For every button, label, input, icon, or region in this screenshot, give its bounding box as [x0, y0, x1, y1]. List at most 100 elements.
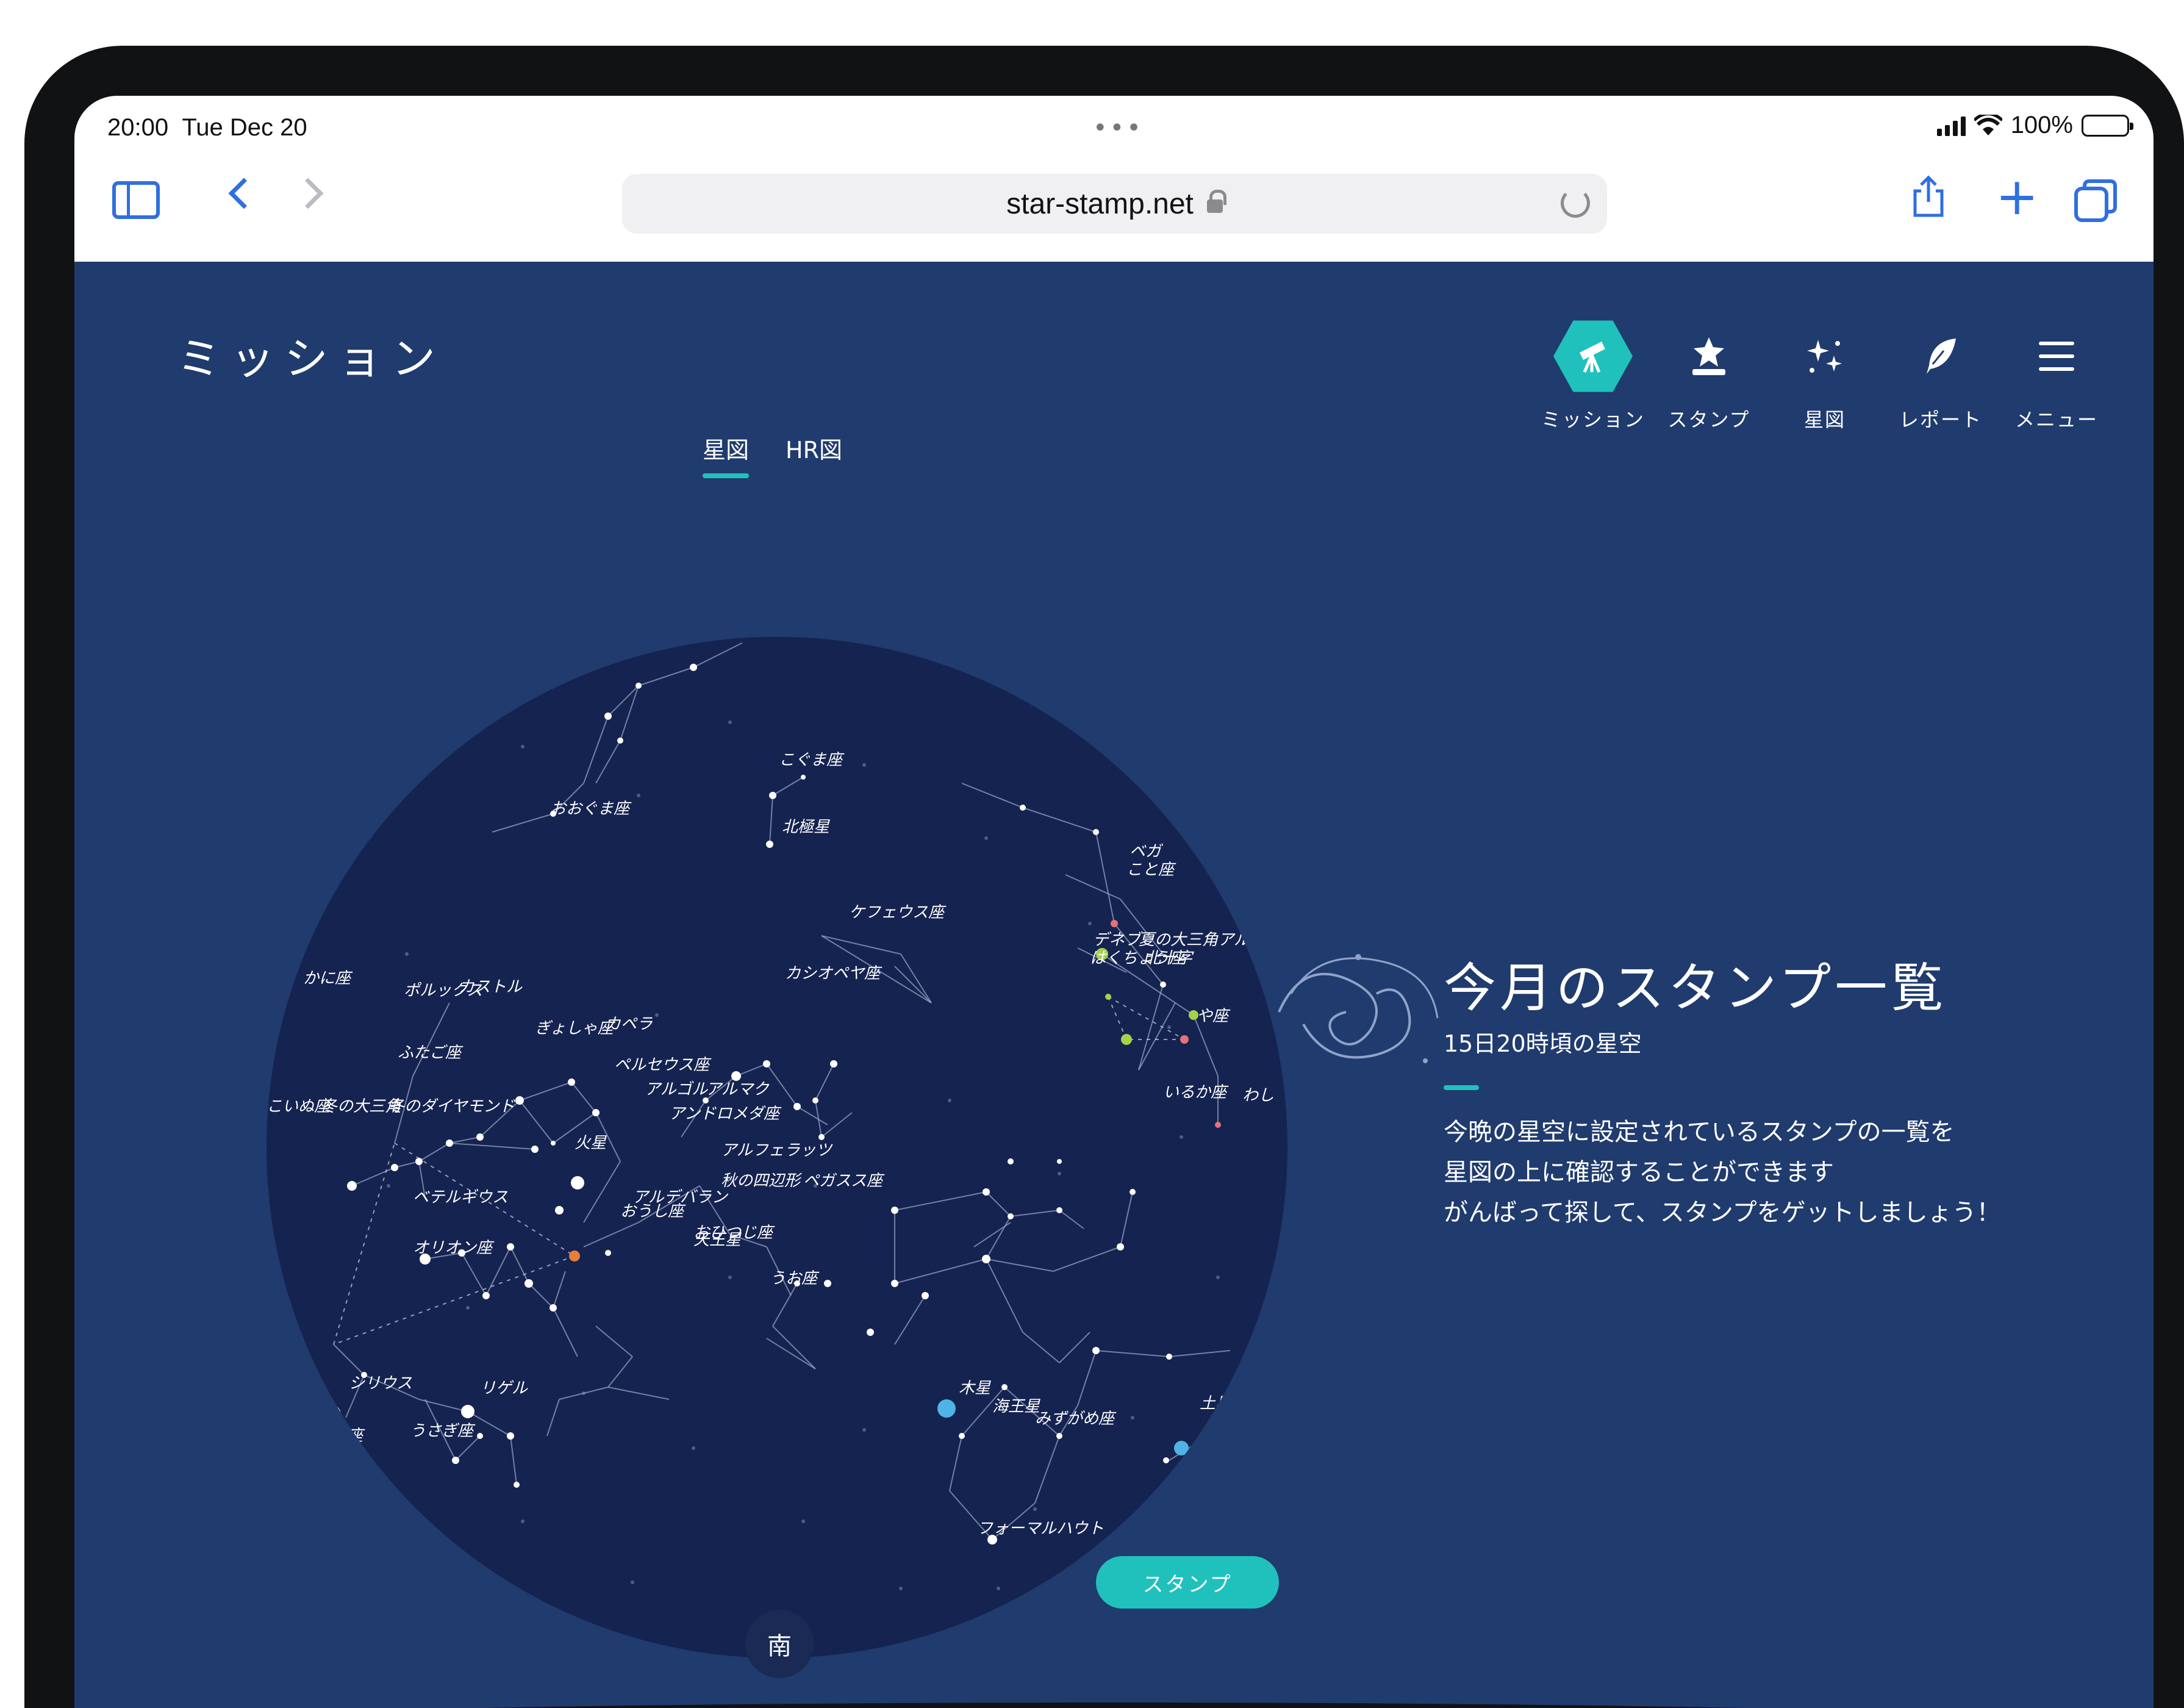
map-label: ベガ: [1130, 842, 1164, 861]
map-label: カストル: [459, 978, 523, 996]
stamp-button[interactable]: スタンプ: [1096, 1556, 1279, 1609]
faint-star: [1033, 1507, 1037, 1511]
star-map[interactable]: こぐま座北極星おおぐま座ケフェウス座ベガこと座デネブ夏の大三角アルビレオはくちょ…: [267, 637, 1288, 1659]
map-label: こぐま座: [779, 751, 845, 769]
map-label: アルマク: [706, 1080, 770, 1099]
status-clock: 20:00: [107, 114, 169, 141]
battery-icon: [2082, 114, 2133, 137]
faint-star: [997, 1587, 1000, 1590]
constellation-line: [1193, 1454, 1231, 1479]
star: [812, 1097, 818, 1103]
map-label: みずがめ座: [1035, 1410, 1117, 1428]
sidebar-icon[interactable]: [112, 181, 160, 219]
map-label: おうし座: [620, 1202, 686, 1221]
nav-label: ミッション: [1541, 408, 1645, 431]
faint-star: [387, 1184, 390, 1188]
nav-menu[interactable]: メニュー: [1999, 317, 2114, 432]
star: [531, 1146, 539, 1153]
star: [1056, 1433, 1062, 1439]
map-label: おおぐま座: [550, 800, 632, 818]
star: [1056, 1207, 1062, 1213]
star: [982, 1255, 990, 1263]
faint-star: [862, 1428, 866, 1432]
reload-icon[interactable]: [1561, 188, 1590, 218]
map-label: こと座: [1126, 861, 1176, 879]
faint-star: [405, 952, 409, 956]
direction-south-label: 南: [745, 1610, 814, 1678]
star: [818, 1134, 825, 1140]
star: [482, 1292, 490, 1299]
map-label: シリウス: [349, 1374, 412, 1393]
star: [769, 792, 776, 799]
map-label: ペルセウス座: [614, 1056, 712, 1074]
tab-hr-diagram[interactable]: HR図: [786, 431, 842, 478]
map-label: カペラ: [605, 1015, 653, 1033]
status-indicators: 100%: [1936, 112, 2133, 139]
accent-divider: [1444, 1085, 1479, 1090]
faint-star: [728, 1276, 732, 1279]
star: [983, 1188, 990, 1196]
star: [690, 664, 697, 671]
star: [452, 1457, 459, 1464]
star: [391, 1164, 398, 1171]
star: [824, 1280, 831, 1287]
star: [1105, 994, 1111, 1000]
map-label: 秋の四辺形: [721, 1172, 802, 1190]
star: [461, 1405, 474, 1418]
star: [766, 841, 773, 848]
battery-percent: 100%: [2010, 112, 2073, 138]
map-label: フォーマルハウト: [977, 1520, 1104, 1538]
star: [1093, 829, 1099, 835]
faint-star: [521, 1520, 525, 1523]
nav-stamp[interactable]: スタンプ: [1651, 317, 1767, 432]
star: [1020, 805, 1026, 811]
map-label: アルフェラッツ: [721, 1141, 833, 1160]
star: [891, 1280, 898, 1287]
star: [1121, 1034, 1132, 1045]
star: [476, 1133, 484, 1141]
nav-report[interactable]: レポート: [1883, 317, 1999, 432]
plus-icon[interactable]: +: [1996, 171, 2038, 222]
forward-chevron-icon[interactable]: [292, 178, 324, 209]
faint-star: [728, 720, 732, 724]
faint-star: [466, 1306, 470, 1310]
star: [571, 1176, 584, 1190]
star: [525, 1279, 533, 1288]
wifi-icon: [1974, 114, 2002, 135]
star: [507, 1432, 514, 1440]
map-label: リゲル: [480, 1379, 528, 1398]
map-label: 火星: [575, 1134, 607, 1152]
nav-mission[interactable]: ミッション: [1535, 317, 1651, 432]
share-icon[interactable]: [1910, 175, 1947, 218]
star: [1057, 1159, 1062, 1164]
faint-star: [655, 1013, 659, 1017]
tabs-icon[interactable]: [2074, 179, 2118, 223]
map-label: デネブ: [1093, 931, 1143, 949]
map-label: いるか座: [1163, 1083, 1229, 1102]
map-label: アンドロメダ座: [669, 1105, 782, 1123]
multitasking-dots[interactable]: •••: [1093, 114, 1144, 142]
faint-star: [1167, 1025, 1171, 1029]
faint-star: [801, 1520, 805, 1523]
map-label: 海王星: [992, 1398, 1040, 1416]
star: [477, 1433, 483, 1439]
tab-starmap[interactable]: 星図: [703, 431, 750, 478]
nav-label: 星図: [1803, 408, 1846, 431]
star: [592, 1109, 600, 1116]
map-label: や座: [1197, 1007, 1231, 1025]
url-bar[interactable]: star-stamp.net: [622, 174, 1607, 234]
star: [507, 1243, 514, 1250]
nav-starmap[interactable]: 星図: [1767, 317, 1883, 432]
star: [763, 1060, 770, 1068]
star: [937, 1399, 956, 1418]
status-time: 20:00 Tue Dec 20: [107, 114, 307, 142]
star: [347, 1181, 357, 1191]
star: [830, 1060, 837, 1068]
star: [320, 1404, 341, 1425]
star: [605, 1250, 611, 1256]
back-chevron-icon[interactable]: [228, 178, 260, 209]
sparkle-stars-icon: [1785, 317, 1864, 396]
star: [1160, 981, 1166, 988]
star: [415, 1158, 423, 1165]
star: [1215, 1122, 1221, 1128]
